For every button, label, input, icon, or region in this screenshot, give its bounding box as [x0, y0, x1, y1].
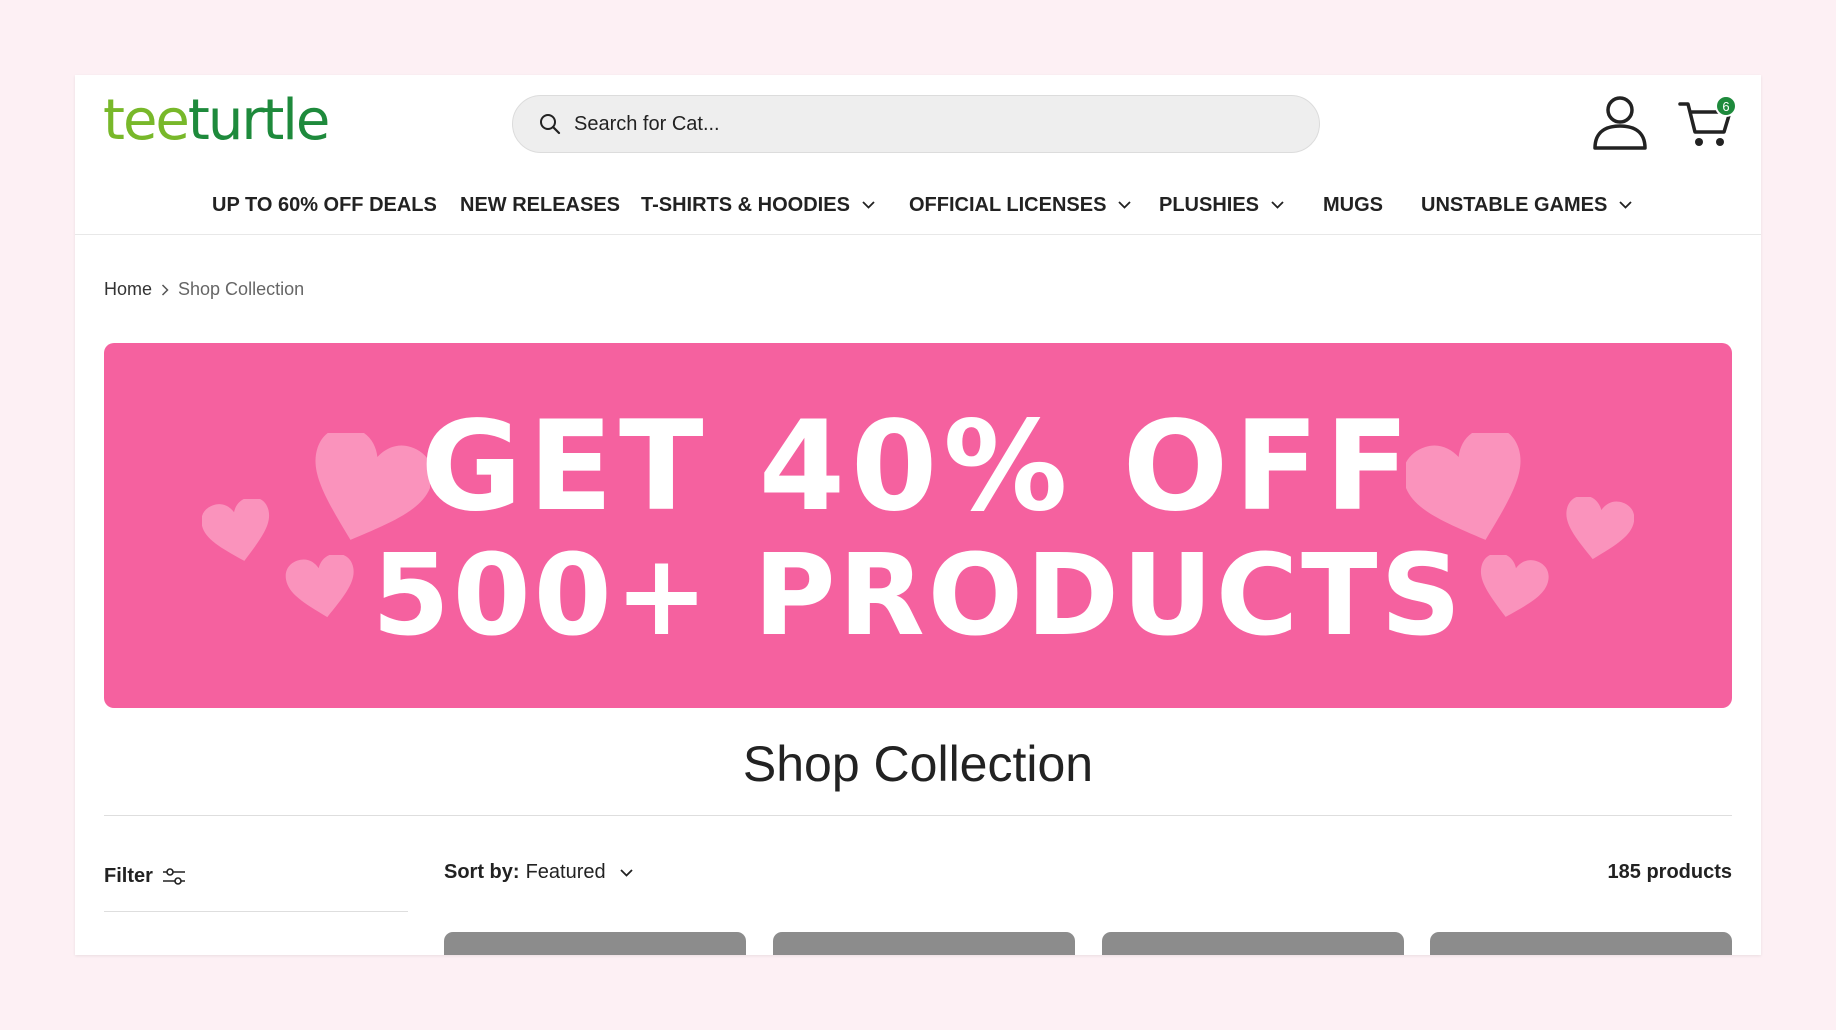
- nav-item-official-licenses[interactable]: OFFICIAL LICENSES: [909, 185, 1132, 225]
- account-icon[interactable]: [1591, 93, 1649, 151]
- logo-text-turtle: turtle: [187, 88, 330, 153]
- breadcrumb-current: Shop Collection: [178, 279, 305, 299]
- main-nav: UP TO 60% OFF DEALS NEW RELEASES T-SHIRT…: [75, 185, 1761, 225]
- product-card[interactable]: [444, 932, 746, 955]
- nav-item-label: UP TO 60% OFF DEALS: [212, 193, 437, 216]
- product-count: 185 products: [1607, 861, 1732, 883]
- product-card[interactable]: [773, 932, 1075, 955]
- sliders-icon: [162, 867, 185, 885]
- logo-text-tee: tee: [103, 88, 190, 153]
- sort-label: Sort by:: [444, 861, 520, 883]
- search-icon: [540, 114, 561, 135]
- search-bar[interactable]: [512, 95, 1320, 153]
- nav-item-label: PLUSHIES: [1159, 193, 1260, 216]
- chevron-down-icon: [1619, 201, 1632, 209]
- nav-item-unstable-games[interactable]: UNSTABLE GAMES: [1421, 185, 1632, 225]
- page-title: Shop Collection: [742, 736, 1094, 792]
- nav-item-plushies[interactable]: PLUSHIES: [1159, 185, 1284, 225]
- site-header: teeturtle 6 UP TO 60% OFF DEALS NEW RELE…: [75, 75, 1761, 235]
- chevron-down-icon: [1271, 201, 1284, 209]
- filter-button[interactable]: Filter: [104, 865, 186, 888]
- teeturtle-logo[interactable]: teeturtle: [103, 93, 330, 149]
- sort-dropdown[interactable]: Sort by: Featured: [444, 861, 633, 884]
- chevron-right-icon: [161, 283, 169, 296]
- nav-item-new-releases[interactable]: NEW RELEASES: [460, 185, 620, 225]
- nav-item-label: NEW RELEASES: [460, 193, 621, 216]
- browser-page: teeturtle 6 UP TO 60% OFF DEALS NEW RELE…: [75, 75, 1761, 955]
- banner-headline: GET 40% OFF: [420, 395, 1416, 539]
- cart-count-badge: 6: [1715, 95, 1737, 117]
- nav-item-label: T-SHIRTS & HOODIES: [641, 193, 850, 216]
- product-card[interactable]: [1430, 932, 1732, 955]
- filter-label: Filter: [104, 865, 153, 887]
- nav-item-label: OFFICIAL LICENSES: [909, 193, 1107, 216]
- breadcrumb: Home Shop Collection: [104, 279, 304, 300]
- product-card[interactable]: [1102, 932, 1404, 955]
- breadcrumb-home-link[interactable]: Home: [104, 279, 152, 300]
- divider: [104, 815, 1732, 816]
- nav-item-label: MUGS: [1323, 193, 1383, 216]
- nav-item-label: UNSTABLE GAMES: [1421, 193, 1608, 216]
- chevron-down-icon: [1118, 201, 1132, 209]
- chevron-down-icon: [862, 201, 875, 209]
- promo-banner[interactable]: GET 40% OFF 500+ PRODUCTS: [104, 343, 1732, 708]
- search-input[interactable]: [574, 112, 1274, 136]
- divider: [104, 911, 408, 912]
- chevron-down-icon: [619, 868, 633, 877]
- banner-subheadline: 500+ PRODUCTS: [371, 531, 1465, 661]
- nav-item-tshirts-hoodies[interactable]: T-SHIRTS & HOODIES: [641, 185, 875, 225]
- sort-value: Featured: [525, 861, 606, 883]
- nav-item-deals[interactable]: UP TO 60% OFF DEALS: [212, 185, 437, 225]
- nav-item-mugs[interactable]: MUGS: [1323, 185, 1383, 225]
